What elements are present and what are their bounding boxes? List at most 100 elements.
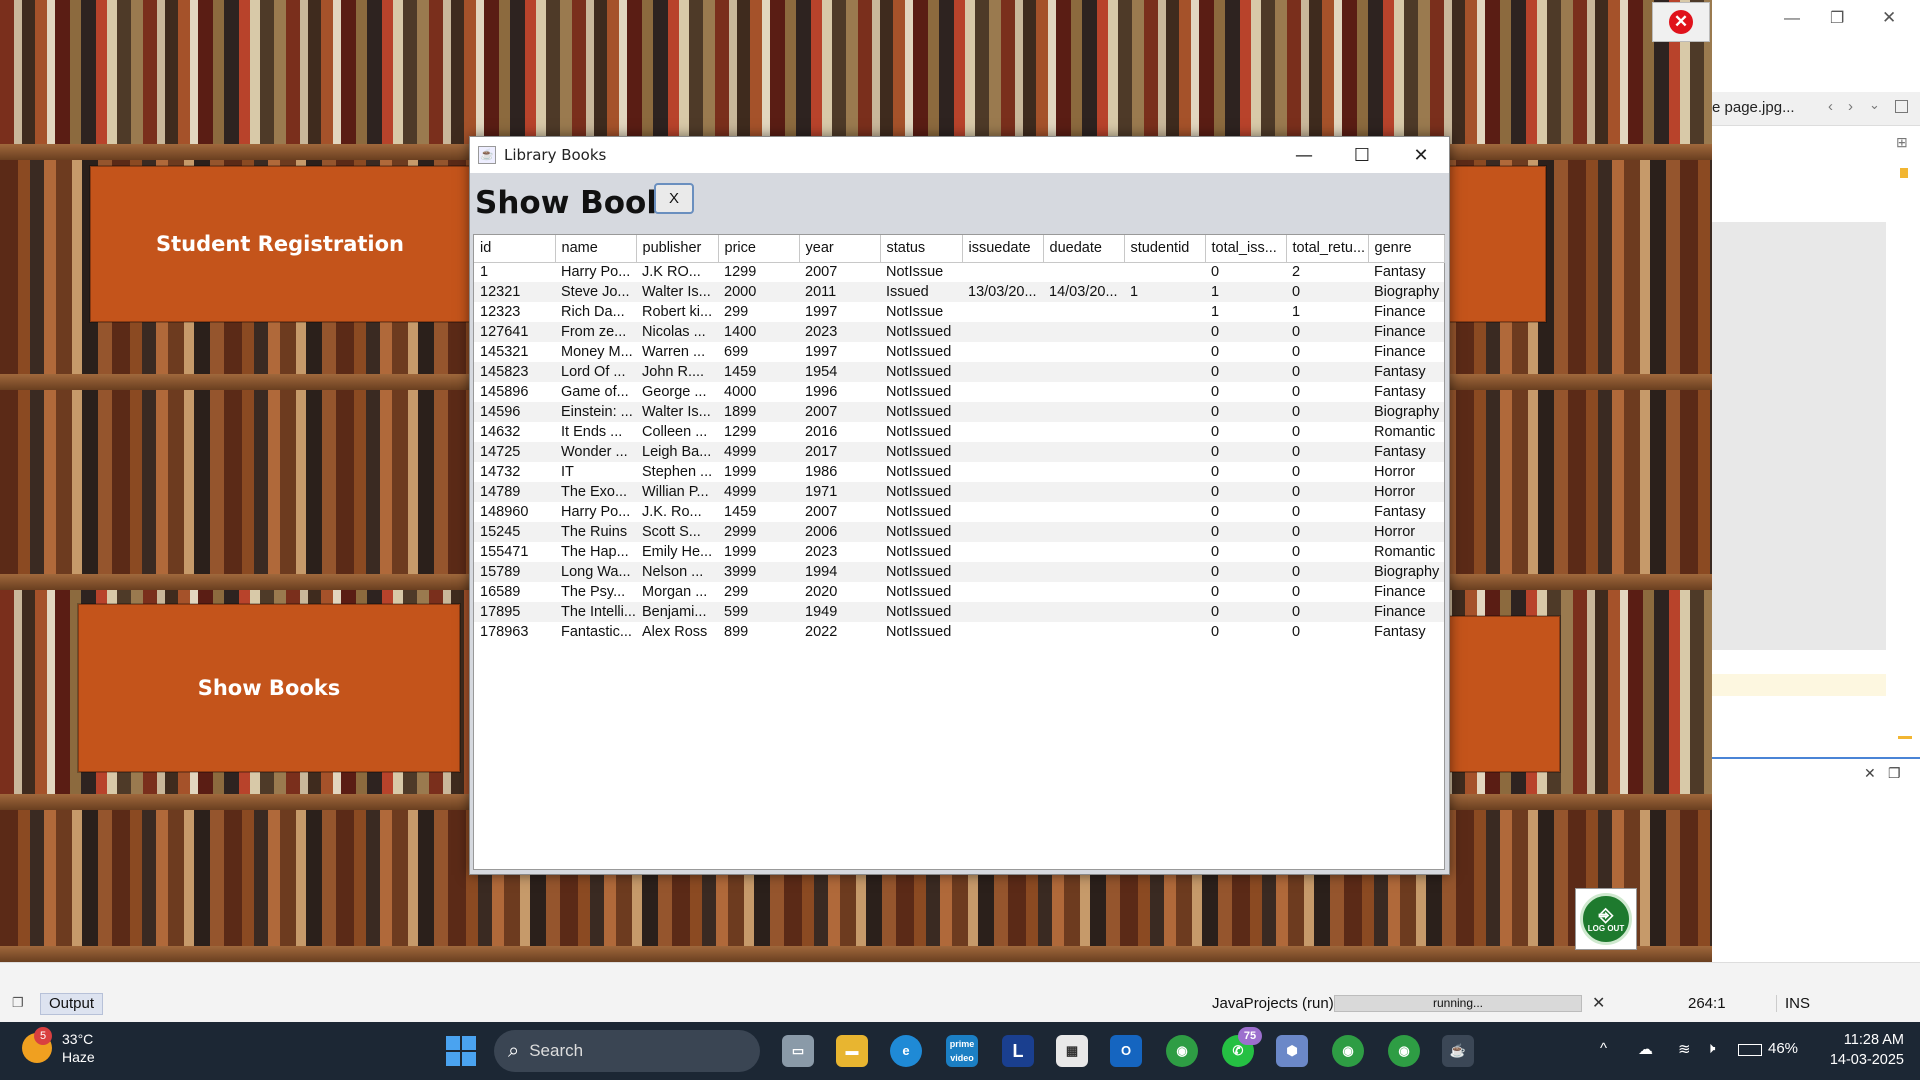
panel-restore-icon[interactable]: ❐ [12, 995, 24, 1011]
column-header[interactable]: year [799, 235, 881, 263]
table-cell: 14732 [480, 464, 521, 480]
table-cell: 0 [1211, 384, 1220, 400]
app-close-button[interactable]: ✕ [1652, 2, 1710, 42]
logout-button[interactable]: ⎆ LOG OUT [1575, 888, 1637, 950]
table-row[interactable]: 14732 IT Stephen ... 1999 1986 NotIssued 0 0 Hor… [474, 462, 1444, 482]
weather-condition: Haze [62, 1049, 95, 1065]
table-cell: Harry Po... [561, 264, 631, 281]
table-row[interactable]: 148960 Harry Po... J.K. Ro... 1459 2007 NotIs… [474, 502, 1444, 522]
l-app-icon[interactable]: L [1002, 1035, 1034, 1067]
restore-panel-icon[interactable]: ❐ [1888, 765, 1901, 782]
window-content: Show Books X id name publisher price year sta… [470, 173, 1449, 874]
table-cell [1043, 262, 1124, 282]
books-table: id name publisher price year status issuedate d… [474, 235, 1445, 642]
table-row[interactable]: 145321 Money M... Warren ... 699 1997 NotIssu… [474, 342, 1444, 362]
table-cell: 15789 [474, 562, 555, 582]
chevron-up-icon[interactable]: ^ [1600, 1040, 1607, 1057]
student-registration-button[interactable]: Student Registration [90, 166, 470, 322]
whatsapp-icon[interactable]: ✆ 75 [1222, 1027, 1262, 1067]
table-cell: NotIssued [886, 624, 952, 640]
table-cell: 14725 [474, 442, 555, 462]
table-cell: 1999 [724, 544, 757, 560]
table-row[interactable]: 155471 The Hap... Emily He... 1999 2023 NotIs… [474, 542, 1444, 562]
edge-icon[interactable]: e [890, 1035, 922, 1067]
mute-icon[interactable]: 🕨 [1706, 1040, 1715, 1057]
table-row[interactable]: 14789 The Exo... Willian P... 4999 1971 NotIs… [474, 482, 1444, 502]
table-row[interactable]: 178963 Fantastic... Alex Ross 899 2022 NotIss… [474, 622, 1444, 642]
chevron-left-icon[interactable]: ‹ [1828, 98, 1833, 115]
table-cell: 0 [1211, 624, 1220, 640]
cancel-process-icon[interactable]: ✕ [1592, 993, 1605, 1013]
table-cell [962, 322, 1043, 342]
column-header[interactable]: publisher [636, 235, 719, 263]
table-cell: John R.... [636, 362, 718, 382]
java-app-icon[interactable]: ☕ [1442, 1035, 1474, 1067]
clock[interactable]: 11:28 AM 14-03-2025 [1818, 1030, 1904, 1070]
table-row[interactable]: 16589 The Psy... Morgan ... 299 2020 NotIssue… [474, 582, 1444, 602]
table-cell: Morgan ... [642, 584, 708, 600]
table-row[interactable]: 15245 The Ruins Scott S... 2999 2006 NotIssue… [474, 522, 1444, 542]
table-row[interactable]: 14725 Wonder ... Leigh Ba... 4999 2017 NotIss… [474, 442, 1444, 462]
column-header[interactable]: id [474, 235, 556, 263]
column-header[interactable]: genre [1368, 235, 1445, 263]
output-tab[interactable]: Output [40, 993, 104, 1015]
taskbar-search[interactable]: ⌕ Search [494, 1030, 760, 1072]
table-cell [1124, 302, 1205, 322]
table-row[interactable]: 14632 It Ends ... Colleen ... 1299 2016 NotIs… [474, 422, 1444, 442]
table-row[interactable]: 12321 Steve Jo... Walter Is... 2000 2011 Issu… [474, 282, 1444, 302]
maximize-icon[interactable] [1895, 100, 1908, 113]
store-icon[interactable]: ▦ [1056, 1035, 1088, 1067]
restore-icon[interactable]: ❐ [1830, 8, 1844, 28]
table-row[interactable]: 12323 Rich Da... Robert ki... 299 1997 NotIss… [474, 302, 1444, 322]
table-row[interactable]: 127641 From ze... Nicolas ... 1400 2023 NotIs… [474, 322, 1444, 342]
table-cell: 13/03/20... [962, 282, 1043, 302]
table-cell [1124, 262, 1205, 282]
chrome-profile-icon[interactable]: ◉ [1332, 1035, 1364, 1067]
table-cell [1124, 602, 1205, 622]
table-row[interactable]: 15789 Long Wa... Nelson ... 3999 1994 NotIssu… [474, 562, 1444, 582]
column-header[interactable]: total_retu... [1286, 235, 1369, 263]
window-close-button[interactable]: ✕ [1392, 137, 1450, 173]
weather-widget[interactable]: 5 33°C Haze [22, 1027, 95, 1066]
column-header[interactable]: duedate [1043, 235, 1125, 263]
table-row[interactable]: 17895 The Intelli... Benjami... 599 1949 NotI… [474, 602, 1444, 622]
minimize-icon[interactable]: — [1784, 10, 1800, 28]
editor-area[interactable] [1712, 222, 1886, 650]
show-books-button[interactable]: Show Books [78, 604, 460, 772]
chevron-right-icon[interactable]: › [1848, 98, 1853, 115]
prime-video-icon[interactable]: prime video [946, 1035, 978, 1067]
close-x-button[interactable]: X [654, 183, 694, 214]
grid-icon[interactable]: ⊞ [1896, 134, 1908, 151]
table-row[interactable]: 14596 Einstein: ... Walter Is... 1899 2007 No… [474, 402, 1444, 422]
outlook-icon[interactable]: O [1110, 1035, 1142, 1067]
wifi-icon[interactable]: ≋ [1678, 1040, 1691, 1058]
cloud-icon[interactable]: ☁ [1638, 1040, 1653, 1058]
battery-icon[interactable] [1738, 1044, 1762, 1056]
table-row[interactable]: 145896 Game of... George ... 4000 1996 NotIss… [474, 382, 1444, 402]
file-explorer-icon[interactable]: ▬ [836, 1035, 868, 1067]
maximize-button[interactable]: ☐ [1333, 137, 1391, 173]
close-icon[interactable]: ✕ [1882, 8, 1896, 28]
column-header[interactable]: studentid [1124, 235, 1206, 263]
minimize-button[interactable]: — [1275, 137, 1333, 173]
chevron-down-icon[interactable]: ⌄ [1869, 97, 1880, 113]
column-header[interactable]: total_iss... [1205, 235, 1287, 263]
table-row[interactable]: 1 Harry Po... J.K RO... 1299 2007 NotIssue 0 2 F… [474, 262, 1444, 282]
chrome-profile-icon[interactable]: ◉ [1388, 1035, 1420, 1067]
chrome-icon[interactable]: ◉ [1166, 1035, 1198, 1067]
task-view-icon[interactable]: ▭ [782, 1035, 814, 1067]
column-header[interactable]: name [555, 235, 637, 263]
table-cell: 299 [724, 584, 749, 600]
table-cell: Romantic [1374, 544, 1436, 560]
table-row[interactable]: 145823 Lord Of ... John R.... 1459 1954 NotIs… [474, 362, 1444, 382]
start-button[interactable] [446, 1036, 476, 1066]
column-header[interactable]: price [718, 235, 800, 263]
app-icon[interactable]: ⬢ [1276, 1035, 1308, 1067]
table-body: 1 Harry Po... J.K RO... 1299 2007 NotIssue 0 2 F… [474, 262, 1444, 642]
close-panel-icon[interactable]: ✕ [1864, 765, 1876, 782]
table-cell: 2017 [799, 442, 880, 462]
column-header[interactable]: issuedate [962, 235, 1044, 263]
column-header[interactable]: status [880, 235, 963, 263]
books-table-container[interactable]: id name publisher price year status issuedate d… [473, 234, 1445, 870]
editor-tab[interactable]: e page.jpg... [1712, 99, 1795, 116]
